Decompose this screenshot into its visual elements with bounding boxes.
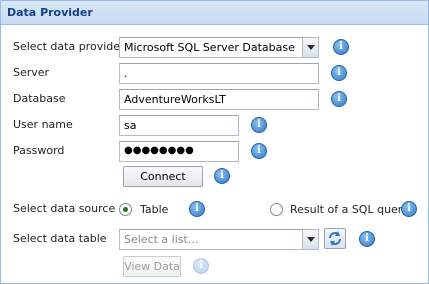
info-icon[interactable]: i [359,231,375,247]
password-label: Password [13,144,65,157]
chevron-down-icon[interactable] [302,37,319,58]
username-input[interactable]: sa [119,115,239,136]
refresh-icon-glyph [329,231,341,246]
info-icon[interactable]: i [214,168,230,184]
connect-button[interactable]: Connect [123,166,203,187]
database-input[interactable]: AdventureWorksLT [119,89,319,110]
panel-title: Data Provider [7,6,93,19]
data-source-label: Select data source [13,202,116,215]
view-data-button[interactable]: View Data [123,256,181,277]
password-input[interactable]: ●●●●●●●● [119,141,239,162]
info-icon[interactable]: i [333,39,349,55]
radio-table[interactable] [119,203,132,216]
server-input[interactable]: . [119,63,319,84]
data-table-select[interactable]: Select a list... [119,229,303,250]
radio-sql-query-label[interactable]: Result of a SQL query [290,203,409,216]
refresh-icon[interactable] [324,228,346,249]
info-icon[interactable]: i [189,201,205,217]
info-icon[interactable]: i [401,201,417,217]
data-table-label: Select data table [13,232,107,245]
info-icon[interactable]: i [251,117,267,133]
database-label: Database [13,92,66,105]
username-label: User name [13,118,73,131]
info-icon[interactable]: i [331,91,347,107]
radio-sql-query[interactable] [270,203,283,216]
info-icon[interactable]: i [331,65,347,81]
chevron-down-icon[interactable] [302,229,319,250]
info-icon[interactable]: i [251,143,267,159]
info-icon: i [193,258,209,274]
panel-header: Data Provider [1,1,428,25]
radio-table-label[interactable]: Table [140,203,168,216]
provider-label: Select data provider [13,40,125,53]
data-provider-panel: Data Provider Select data provider Micro… [0,0,429,284]
server-label: Server [13,66,50,79]
provider-select[interactable]: Microsoft SQL Server Database [119,37,303,58]
